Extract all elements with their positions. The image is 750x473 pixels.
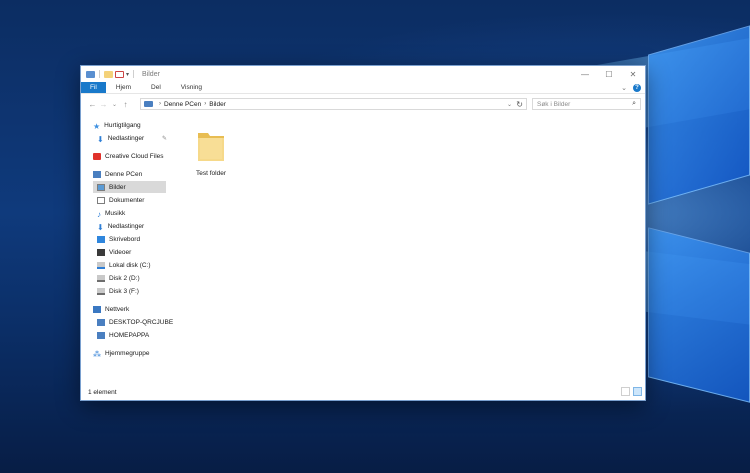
pin-icon[interactable]: ✎ bbox=[162, 135, 167, 142]
sidebar-item-label: HOMEPAPPA bbox=[109, 331, 150, 339]
forward-button[interactable]: → bbox=[98, 100, 109, 109]
sidebar-item-desktop[interactable]: Skrivebord bbox=[97, 233, 140, 245]
sidebar-item-label: DESKTOP-QRCJUBE bbox=[109, 318, 174, 326]
breadcrumb-this-pc[interactable]: Denne PCen bbox=[164, 101, 201, 108]
videos-icon bbox=[97, 248, 105, 256]
help-icon[interactable]: ? bbox=[633, 83, 641, 92]
sidebar-item-documents[interactable]: Dokumenter bbox=[97, 194, 144, 206]
address-dropdown-icon[interactable]: ⌄ bbox=[507, 101, 512, 108]
download-icon: ⬇ bbox=[97, 222, 104, 232]
documents-icon bbox=[97, 196, 105, 204]
toolbar-divider bbox=[133, 70, 135, 78]
file-list-pane[interactable]: Test folder bbox=[171, 117, 645, 383]
sidebar-item-label: Nedlastinger bbox=[107, 134, 145, 142]
expand-ribbon-icon[interactable]: ⌄ bbox=[621, 84, 627, 92]
drive-icon bbox=[97, 274, 105, 282]
sidebar-item-label: Denne PCen bbox=[105, 170, 143, 178]
search-box[interactable]: Søk i Bilder ⌕ bbox=[532, 98, 641, 110]
window-icon bbox=[86, 70, 95, 78]
sidebar-item-label: Nedlastinger bbox=[107, 222, 145, 230]
up-button[interactable]: ↑ bbox=[120, 100, 131, 109]
back-button[interactable]: ← bbox=[87, 100, 98, 109]
item-count: 1 element bbox=[88, 388, 117, 396]
recent-locations-button[interactable]: ⌄ bbox=[109, 101, 120, 108]
details-view-button[interactable] bbox=[621, 387, 630, 396]
sidebar-item-creative-cloud[interactable]: Creative Cloud Files bbox=[93, 150, 164, 162]
desktop-icon bbox=[97, 235, 105, 243]
sidebar-item-label: Nettverk bbox=[105, 305, 130, 313]
sidebar-item-label: Bilder bbox=[109, 183, 126, 191]
sidebar-item-label: Videoer bbox=[109, 248, 132, 256]
title-bar[interactable]: ▾ Bilder — ☐ ✕ bbox=[81, 66, 645, 82]
sidebar-item-downloads[interactable]: ⬇ Nedlastinger bbox=[97, 220, 144, 232]
sidebar-item-label: Lokal disk (C:) bbox=[109, 261, 151, 269]
sidebar-item-this-pc[interactable]: Denne PCen bbox=[93, 168, 142, 180]
window-controls: — ☐ ✕ bbox=[573, 66, 645, 82]
sidebar-item-label: Creative Cloud Files bbox=[105, 152, 164, 160]
sidebar-item-quick-access[interactable]: ★ Hurtigtilgang bbox=[93, 119, 141, 131]
navigation-pane: ★ Hurtigtilgang ⬇ Nedlastinger ✎ Creativ… bbox=[81, 117, 173, 383]
pictures-icon bbox=[97, 183, 105, 191]
sidebar-item-downloads-pinned[interactable]: ⬇ Nedlastinger ✎ bbox=[97, 132, 167, 144]
customize-toolbar-icon[interactable]: ▾ bbox=[126, 71, 129, 78]
sidebar-item-label: Disk 2 (D:) bbox=[109, 274, 140, 282]
large-icons-view-button[interactable] bbox=[633, 387, 642, 396]
folder-name: Test folder bbox=[196, 170, 226, 177]
refresh-icon[interactable]: ↻ bbox=[516, 100, 523, 109]
tab-file[interactable]: Fil bbox=[81, 82, 106, 93]
search-icon[interactable]: ⌕ bbox=[632, 100, 636, 108]
sidebar-item-local-disk-c[interactable]: Lokal disk (C:) bbox=[97, 259, 151, 271]
file-explorer-window: ▾ Bilder — ☐ ✕ Fil Hjem Del Visning ⌄ ? … bbox=[80, 65, 646, 401]
sidebar-item-label: Hjemmegruppe bbox=[105, 349, 150, 357]
folder-icon bbox=[198, 133, 224, 161]
navigation-bar: ← → ⌄ ↑ › Denne PCen › Bilder ⌄ ↻ Søk i … bbox=[81, 95, 645, 113]
window-title: Bilder bbox=[142, 70, 160, 78]
ribbon-tabs: Fil Hjem Del Visning ⌄ ? bbox=[81, 82, 645, 94]
sidebar-item-disk-d[interactable]: Disk 2 (D:) bbox=[97, 272, 140, 284]
breadcrumb-separator[interactable]: › bbox=[159, 101, 161, 107]
network-icon bbox=[93, 305, 101, 313]
creative-cloud-icon bbox=[93, 152, 101, 160]
computer-icon bbox=[97, 331, 105, 339]
sidebar-item-disk-f[interactable]: Disk 3 (F:) bbox=[97, 285, 139, 297]
breadcrumb-pictures[interactable]: Bilder bbox=[209, 101, 226, 108]
address-bar[interactable]: › Denne PCen › Bilder ⌄ ↻ bbox=[140, 98, 527, 110]
sidebar-item-music[interactable]: ♪ Musikk bbox=[97, 207, 125, 219]
sidebar-item-label: Hurtigtilgang bbox=[104, 121, 141, 129]
search-input[interactable]: Søk i Bilder bbox=[537, 101, 570, 108]
homegroup-icon: ⁂ bbox=[93, 349, 101, 359]
sidebar-item-pictures[interactable]: Bilder bbox=[93, 181, 166, 193]
computer-icon bbox=[97, 318, 105, 326]
sidebar-item-network[interactable]: Nettverk bbox=[93, 303, 129, 315]
minimize-button[interactable]: — bbox=[573, 66, 597, 82]
sidebar-item-label: Disk 3 (F:) bbox=[109, 287, 139, 295]
sidebar-item-label: Musikk bbox=[105, 209, 126, 217]
sidebar-item-network-pc-2[interactable]: HOMEPAPPA bbox=[97, 329, 149, 341]
computer-icon bbox=[144, 101, 153, 107]
status-bar: 1 element bbox=[81, 384, 645, 400]
properties-icon[interactable] bbox=[115, 70, 124, 78]
maximize-button[interactable]: ☐ bbox=[597, 66, 621, 82]
quick-access-toolbar: ▾ bbox=[81, 70, 136, 78]
toolbar-divider bbox=[99, 70, 100, 78]
new-folder-icon[interactable] bbox=[104, 70, 113, 78]
tab-share[interactable]: Del bbox=[141, 82, 171, 93]
sidebar-item-label: Skrivebord bbox=[109, 235, 141, 243]
sidebar-item-network-pc-1[interactable]: DESKTOP-QRCJUBE bbox=[97, 316, 173, 328]
close-button[interactable]: ✕ bbox=[621, 66, 645, 82]
sidebar-item-videos[interactable]: Videoer bbox=[97, 246, 131, 258]
download-icon: ⬇ bbox=[97, 134, 104, 144]
computer-icon bbox=[93, 170, 101, 178]
breadcrumb-separator[interactable]: › bbox=[204, 101, 206, 107]
view-switcher bbox=[621, 387, 642, 396]
drive-icon bbox=[97, 287, 105, 295]
sidebar-item-homegroup[interactable]: ⁂ Hjemmegruppe bbox=[93, 347, 149, 359]
tab-home[interactable]: Hjem bbox=[106, 82, 141, 93]
system-drive-icon bbox=[97, 261, 105, 269]
music-icon: ♪ bbox=[97, 209, 101, 219]
sidebar-item-label: Dokumenter bbox=[109, 196, 145, 204]
tab-view[interactable]: Visning bbox=[171, 82, 212, 93]
star-icon: ★ bbox=[93, 121, 101, 131]
folder-item[interactable]: Test folder bbox=[185, 127, 237, 177]
